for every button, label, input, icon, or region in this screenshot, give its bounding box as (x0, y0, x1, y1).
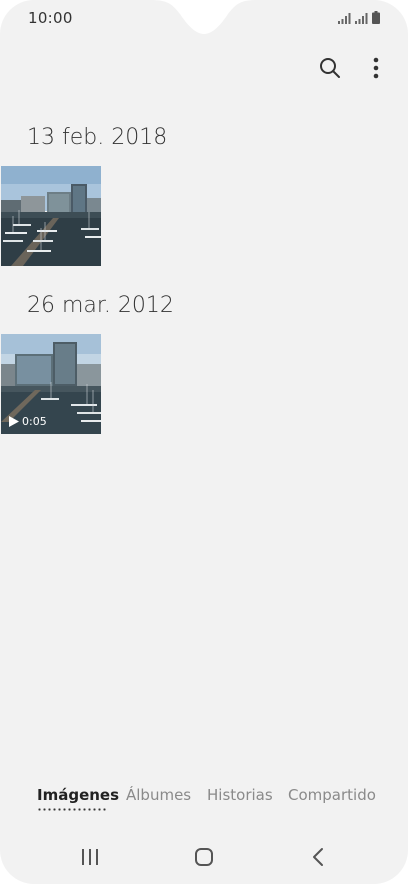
recents-button[interactable] (70, 842, 110, 872)
battery-icon (372, 11, 380, 24)
photo-thumbnail[interactable] (1, 166, 101, 266)
back-icon (313, 848, 323, 866)
video-thumbnail[interactable]: 0:05 (1, 334, 101, 434)
tab-albumes[interactable]: Álbumes (126, 786, 191, 804)
more-options-button[interactable] (364, 52, 388, 84)
status-bar: 10:00 (0, 0, 408, 38)
search-button[interactable] (318, 52, 342, 84)
status-time: 10:00 (28, 9, 73, 27)
video-duration: 0:05 (22, 415, 47, 428)
status-icons (338, 11, 380, 24)
home-icon (195, 848, 213, 866)
signal-icon (338, 13, 351, 24)
gallery-toolbar (318, 52, 388, 84)
tab-compartido[interactable]: Compartido (288, 786, 376, 804)
date-header: 26 mar. 2012 (27, 293, 174, 318)
gallery-screen: 10:00 13 feb. 2018 26 mar. 2012 0:05 Imá… (0, 0, 408, 884)
active-tab-indicator (37, 808, 107, 811)
play-icon (9, 416, 19, 427)
bottom-tabs: Imágenes Álbumes Historias Compartido (0, 786, 408, 816)
back-button[interactable] (298, 842, 338, 872)
search-icon (320, 58, 340, 78)
home-button[interactable] (184, 842, 224, 872)
signal-icon (355, 13, 368, 24)
tab-imagenes[interactable]: Imágenes (37, 786, 119, 804)
harbor-photo (1, 166, 101, 266)
date-header: 13 feb. 2018 (27, 125, 168, 150)
video-duration-badge: 0:05 (9, 415, 47, 428)
system-navigation-bar (0, 836, 408, 876)
more-vert-icon (373, 57, 379, 79)
tab-historias[interactable]: Historias (207, 786, 273, 804)
recents-icon (82, 849, 98, 865)
